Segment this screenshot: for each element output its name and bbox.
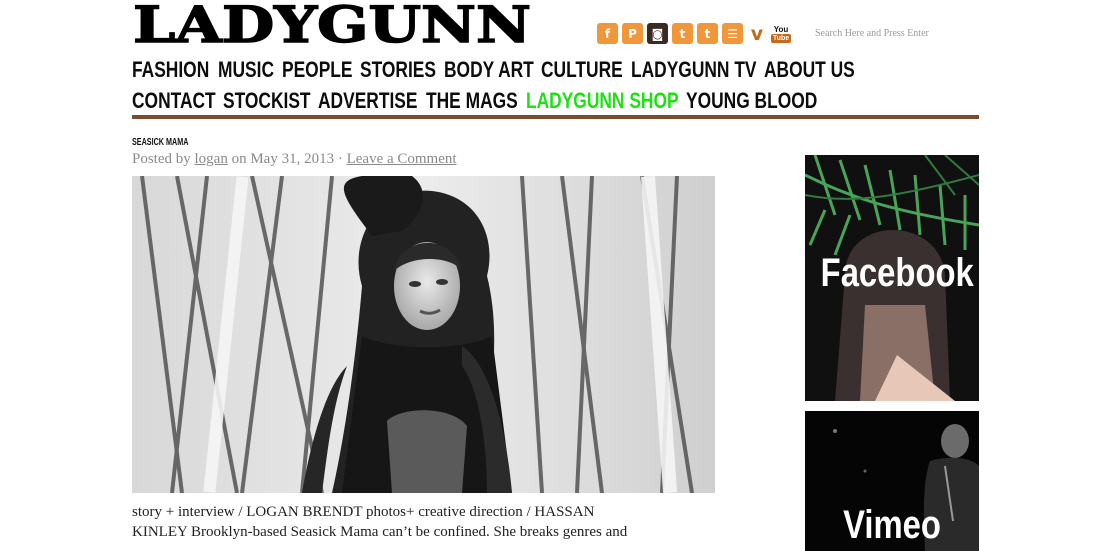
author-link[interactable]: logan bbox=[195, 151, 228, 167]
vimeo-promo-label: Vimeo bbox=[843, 503, 941, 547]
nav-item-the-mags[interactable]: THE MAGS bbox=[426, 88, 518, 114]
facebook-promo[interactable]: Facebook bbox=[805, 155, 979, 401]
nav-divider bbox=[132, 115, 979, 119]
nav-row-1: FASHION MUSIC PEOPLE STORIES BODY ART CULTURE… bbox=[132, 54, 992, 85]
post-byline: Posted by logan on May 31, 2013 · Leave … bbox=[132, 151, 457, 168]
youtube-icon-top: You bbox=[773, 24, 789, 34]
page: LADYGUNN fP◙tt☰vYouTube FASHIONMUSICPEOP… bbox=[0, 0, 1100, 551]
nav-item-ladygunn-shop[interactable]: LADYGUNN SHOP bbox=[526, 88, 679, 114]
tumblr-icon[interactable]: t bbox=[672, 23, 693, 44]
posted-by-text: Posted by bbox=[132, 151, 191, 167]
youtube-icon-bottom: Tube bbox=[770, 33, 792, 43]
nav-item-advertise[interactable]: ADVERTISE bbox=[318, 88, 417, 114]
nav-item-fashion[interactable]: FASHION bbox=[132, 57, 209, 83]
post-body: story + interview / LOGAN BRENDT photos+… bbox=[132, 502, 732, 542]
nav-item-young-blood[interactable]: YOUNG BLOOD bbox=[686, 88, 817, 114]
nav-item-body-art[interactable]: BODY ART bbox=[444, 57, 534, 83]
post-body-line: KINLEY Brooklyn-based Seasick Mama can’t… bbox=[132, 524, 628, 540]
nav-item-about-us[interactable]: ABOUT US bbox=[764, 57, 855, 83]
vimeo-promo[interactable]: Vimeo bbox=[805, 411, 979, 551]
youtube-icon[interactable]: You Tube bbox=[770, 23, 792, 44]
social-icons: f P ◙ t t ☰ v You Tube bbox=[597, 23, 792, 45]
leave-comment-link[interactable]: Leave a Comment bbox=[347, 151, 457, 167]
pinterest-icon[interactable]: P bbox=[622, 23, 643, 44]
main-nav: FASHION MUSIC PEOPLE STORIES BODY ART CULTURE… bbox=[132, 54, 992, 116]
nav-item-people[interactable]: PEOPLE bbox=[282, 57, 353, 83]
byline-separator: · bbox=[337, 151, 343, 167]
post-body-line: story + interview / LOGAN BRENDT photos+… bbox=[132, 504, 595, 520]
facebook-icon[interactable]: f bbox=[597, 23, 618, 44]
nav-row-2: CONTACT STOCKIST ADVERTISE THE MAGS LADYGUNN… bbox=[132, 85, 992, 116]
nav-item-ladygunn-tv[interactable]: LADYGUNN TV bbox=[631, 57, 757, 83]
site-logo[interactable]: LADYGUNN bbox=[133, 0, 531, 45]
hero-photo-art bbox=[132, 176, 715, 493]
post-category[interactable]: SEASICK MAMA bbox=[132, 137, 188, 148]
vimeo-icon[interactable]: v bbox=[747, 23, 767, 45]
nav-item-music[interactable]: MUSIC bbox=[218, 57, 274, 83]
site-logo-text: LADYGUNN bbox=[133, 0, 531, 45]
on-text: on bbox=[231, 151, 247, 167]
hero-photo[interactable] bbox=[132, 176, 715, 493]
nav-item-stockist[interactable]: STOCKIST bbox=[223, 88, 311, 114]
search-input[interactable] bbox=[815, 25, 965, 41]
twitter-icon[interactable]: t bbox=[697, 23, 718, 44]
nav-item-contact[interactable]: CONTACT bbox=[132, 88, 216, 114]
rss-icon[interactable]: ☰ bbox=[722, 23, 743, 44]
facebook-promo-label: Facebook bbox=[820, 251, 974, 295]
nav-item-culture[interactable]: CULTURE bbox=[541, 57, 623, 83]
post-date: May 31, 2013 bbox=[250, 151, 335, 167]
instagram-icon[interactable]: ◙ bbox=[647, 23, 668, 44]
nav-item-stories[interactable]: STORIES bbox=[360, 57, 436, 83]
